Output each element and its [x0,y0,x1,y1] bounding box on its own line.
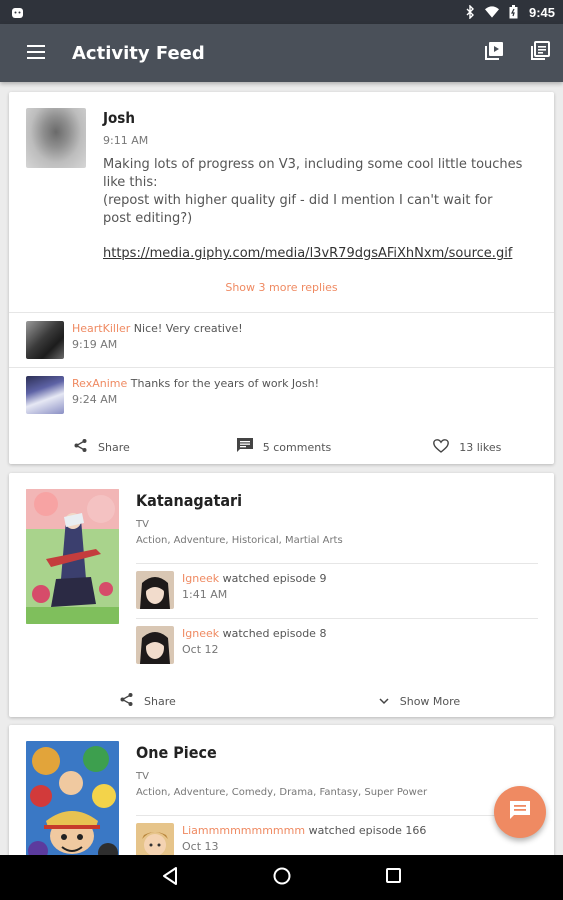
library-books-icon [530,41,550,65]
bluetooth-icon [463,5,477,19]
post-actions: Share 5 comments 13 likes [9,431,554,463]
heart-icon [433,438,450,456]
back-button[interactable] [150,858,190,898]
divider [136,563,538,564]
wifi-icon [484,5,499,19]
reply-time: 9:19 AM [72,338,118,351]
back-icon [162,866,178,889]
episode-text-line: Liammmmmmmmmm watched episode 166 [182,824,426,837]
post-author[interactable]: Josh [103,109,135,127]
episode-activity: Igneek watched episode 9 1:41 AM [136,571,536,611]
post-text-line: Making lots of progress on V3, including… [103,157,523,190]
chevron-down-icon [378,695,390,708]
status-bar: 9:45 [0,0,563,24]
anime-type: TV [136,519,149,530]
home-icon [273,867,291,889]
likes-label: 13 likes [459,440,502,454]
show-more-label: Show More [399,694,461,708]
activity-feed[interactable]: Josh 9:11 AM Making lots of progress on … [0,82,563,855]
episode-text-line: Igneek watched episode 8 [182,627,326,640]
episode-action: watched episode 9 [222,572,327,585]
anime-genres: Action, Adventure, Historical, Martial A… [136,535,343,546]
reply-time: 9:24 AM [72,393,118,406]
show-more-button[interactable]: Show More [378,685,460,717]
video-library-icon [484,41,504,65]
share-icon [119,692,134,710]
share-button[interactable]: Share [119,685,176,717]
episode-time: 1:41 AM [182,588,228,601]
comments-label: 5 comments [262,440,332,454]
divider [9,312,554,313]
share-button[interactable]: Share [73,431,130,463]
anime-title[interactable]: One Piece [136,743,217,762]
share-icon [73,438,88,456]
status-time: 9:45 [528,4,555,20]
home-button[interactable] [262,858,302,898]
recents-icon [386,868,401,887]
anime-poster[interactable] [26,489,119,624]
reply-username[interactable]: HeartKiller [72,322,130,335]
show-more-replies-link[interactable]: Show 3 more replies [9,281,554,294]
anime-card-actions: Share Show More [9,685,554,717]
post-time: 9:11 AM [103,134,149,147]
post-link[interactable]: https://media.giphy.com/media/l3vR79dgsA… [103,246,512,261]
reply-username[interactable]: RexAnime [72,377,127,390]
divider [136,618,538,619]
like-button[interactable]: 13 likes [433,431,501,463]
comments-button[interactable]: 5 comments [236,431,332,463]
episode-time: Oct 12 [182,643,219,656]
episode-action: watched episode 166 [308,824,427,837]
episode-action: watched episode 8 [222,627,327,640]
app-toolbar: Activity Feed [0,24,563,82]
post-text: Making lots of progress on V3, including… [103,156,523,228]
divider [136,815,538,816]
avatar[interactable] [26,321,64,359]
episode-time: Oct 13 [182,840,219,853]
episode-activity: Liammmmmmmmmm watched episode 166 Oct 13 [136,823,536,855]
avatar[interactable] [136,626,174,664]
episode-username[interactable]: Igneek [182,627,219,640]
anime-activity-card: One Piece TV Action, Adventure, Comedy, … [9,725,554,855]
post-card: Josh 9:11 AM Making lots of progress on … [9,92,554,464]
share-label: Share [144,694,176,708]
page-title: Activity Feed [72,42,205,64]
post-text-line: (repost with higher quality gif - did I … [103,193,493,226]
reply-item: RexAnime Thanks for the years of work Jo… [26,376,526,416]
divider [9,367,554,368]
avatar[interactable] [136,571,174,609]
reply-text: Thanks for the years of work Josh! [130,377,320,390]
episode-username[interactable]: Liammmmmmmmmm [182,824,305,837]
episode-activity: Igneek watched episode 8 Oct 12 [136,626,536,666]
reply-text-line: RexAnime Thanks for the years of work Jo… [72,377,319,390]
android-notification-icon [10,5,24,19]
anime-activity-card: Katanagatari TV Action, Adventure, Histo… [9,473,554,717]
share-label: Share [98,440,130,454]
avatar[interactable] [136,823,174,855]
avatar[interactable] [26,108,86,168]
anime-title[interactable]: Katanagatari [136,491,242,510]
system-nav-bar [0,855,563,900]
reply-text: Nice! Very creative! [133,322,243,335]
avatar[interactable] [26,376,64,414]
battery-icon [507,5,521,19]
anime-poster[interactable] [26,741,119,855]
episode-username[interactable]: Igneek [182,572,219,585]
chat-fab-button[interactable] [494,786,546,838]
library-books-button[interactable] [517,24,563,82]
anime-genres: Action, Adventure, Comedy, Drama, Fantas… [136,787,428,798]
comment-icon [236,438,253,456]
recents-button[interactable] [374,858,414,898]
chat-icon [509,800,531,824]
video-library-button[interactable] [471,24,517,82]
episode-text-line: Igneek watched episode 9 [182,572,326,585]
reply-item: HeartKiller Nice! Very creative! 9:19 AM [26,321,526,361]
reply-text-line: HeartKiller Nice! Very creative! [72,322,243,335]
anime-type: TV [136,771,149,782]
menu-button[interactable] [0,24,72,82]
menu-icon [27,44,45,63]
